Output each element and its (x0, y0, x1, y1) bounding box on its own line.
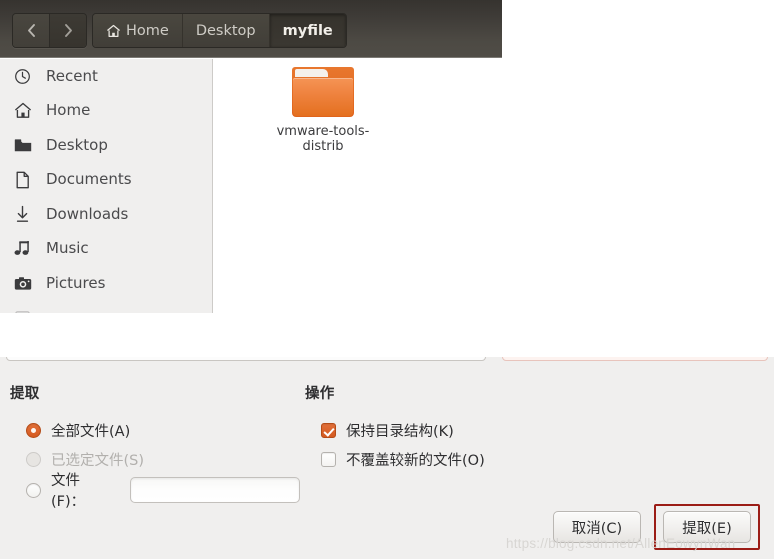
breadcrumb-item-home[interactable]: Home (93, 14, 183, 47)
document-icon (13, 170, 32, 189)
cancel-button[interactable]: 取消(C) (553, 511, 641, 543)
breadcrumb: Home Desktop myfile (92, 13, 347, 48)
music-note-icon (13, 239, 32, 258)
navigation-button-group (12, 13, 87, 48)
breadcrumb-item-desktop[interactable]: Desktop (182, 14, 270, 47)
sidebar-item-label: Home (46, 101, 91, 120)
checkbox-label: 保持目录结构(K) (346, 424, 454, 440)
breadcrumb-label: myfile (282, 22, 333, 39)
file-item-vmware-tools-distrib[interactable]: vmware-tools-distrib (262, 67, 384, 154)
sidebar-item-label: Documents (46, 170, 132, 189)
sidebar-item-label: Music (46, 239, 89, 258)
radio-indicator[interactable] (26, 482, 41, 498)
sidebar-item-label: Pictures (46, 273, 106, 292)
sidebar-item-music[interactable]: Music (0, 232, 212, 267)
sidebar-item-truncated[interactable] (0, 301, 212, 313)
checkbox-do-not-overwrite-newer[interactable]: 不覆盖较新的文件(O) (305, 445, 605, 474)
breadcrumb-label: Desktop (195, 22, 256, 39)
action-section-title: 操作 (305, 386, 335, 402)
radio-indicator (26, 452, 41, 467)
file-manager-toolbar: Home Desktop myfile (0, 0, 502, 58)
dialog-button-bar: 取消(C) 提取(E) (553, 504, 760, 550)
sidebar-item-label: Downloads (46, 204, 129, 223)
sidebar-item-recent[interactable]: Recent (0, 59, 212, 94)
radio-label: 文件(F)： (51, 473, 86, 510)
radio-option-all-files[interactable]: 全部文件(A) (10, 416, 300, 445)
download-arrow-icon (13, 205, 32, 224)
truncated-combobox-left[interactable] (6, 357, 486, 361)
extract-section-title: 提取 (10, 386, 40, 402)
extract-button-highlight: 提取(E) (654, 504, 760, 550)
sidebar-item-desktop[interactable]: Desktop (0, 128, 212, 163)
forward-button[interactable] (49, 14, 86, 47)
extract-dialog: 提取 全部文件(A) 已选定文件(S) 文件(F)： 操作 保持目录结构(K) … (0, 357, 774, 559)
home-icon (106, 24, 121, 38)
checkbox-label: 不覆盖较新的文件(O) (346, 453, 485, 469)
radio-option-file-pattern[interactable]: 文件(F)： (10, 473, 300, 510)
checkbox-indicator[interactable] (321, 452, 336, 467)
radio-label: 全部文件(A) (51, 424, 131, 440)
extract-section: 提取 全部文件(A) 已选定文件(S) 文件(F)： (10, 382, 300, 510)
breadcrumb-label: Home (126, 22, 169, 39)
sidebar-item-label: Recent (46, 66, 98, 85)
back-button[interactable] (13, 14, 49, 47)
sidebar-item-label: Desktop (46, 135, 108, 154)
dialog-truncated-top-row (0, 357, 774, 361)
generic-icon (13, 308, 32, 313)
file-manager-window: Home Desktop myfile Recent Home Desktop … (0, 0, 502, 313)
file-list-area[interactable]: vmware-tools-distrib (214, 59, 502, 313)
sidebar: Recent Home Desktop Documents Downloads (0, 59, 213, 313)
camera-icon (13, 274, 32, 293)
chevron-left-icon (26, 23, 37, 38)
folder-icon (292, 67, 354, 117)
checkbox-indicator[interactable] (321, 423, 336, 438)
sidebar-item-pictures[interactable]: Pictures (0, 266, 212, 301)
sidebar-item-home[interactable]: Home (0, 94, 212, 129)
checkbox-keep-directory-structure[interactable]: 保持目录结构(K) (305, 416, 605, 445)
action-section: 操作 保持目录结构(K) 不覆盖较新的文件(O) (305, 382, 605, 474)
sidebar-item-downloads[interactable]: Downloads (0, 197, 212, 232)
truncated-combobox-right[interactable] (502, 357, 768, 361)
radio-indicator[interactable] (26, 423, 41, 438)
sidebar-item-documents[interactable]: Documents (0, 163, 212, 198)
file-pattern-input[interactable] (130, 477, 300, 503)
file-item-label: vmware-tools-distrib (276, 124, 370, 154)
home-icon (13, 101, 32, 120)
folder-icon (13, 136, 32, 155)
chevron-right-icon (63, 23, 74, 38)
extract-button[interactable]: 提取(E) (663, 511, 751, 543)
breadcrumb-item-myfile[interactable]: myfile (269, 14, 346, 47)
radio-label: 已选定文件(S) (51, 453, 145, 469)
clock-icon (13, 67, 32, 86)
